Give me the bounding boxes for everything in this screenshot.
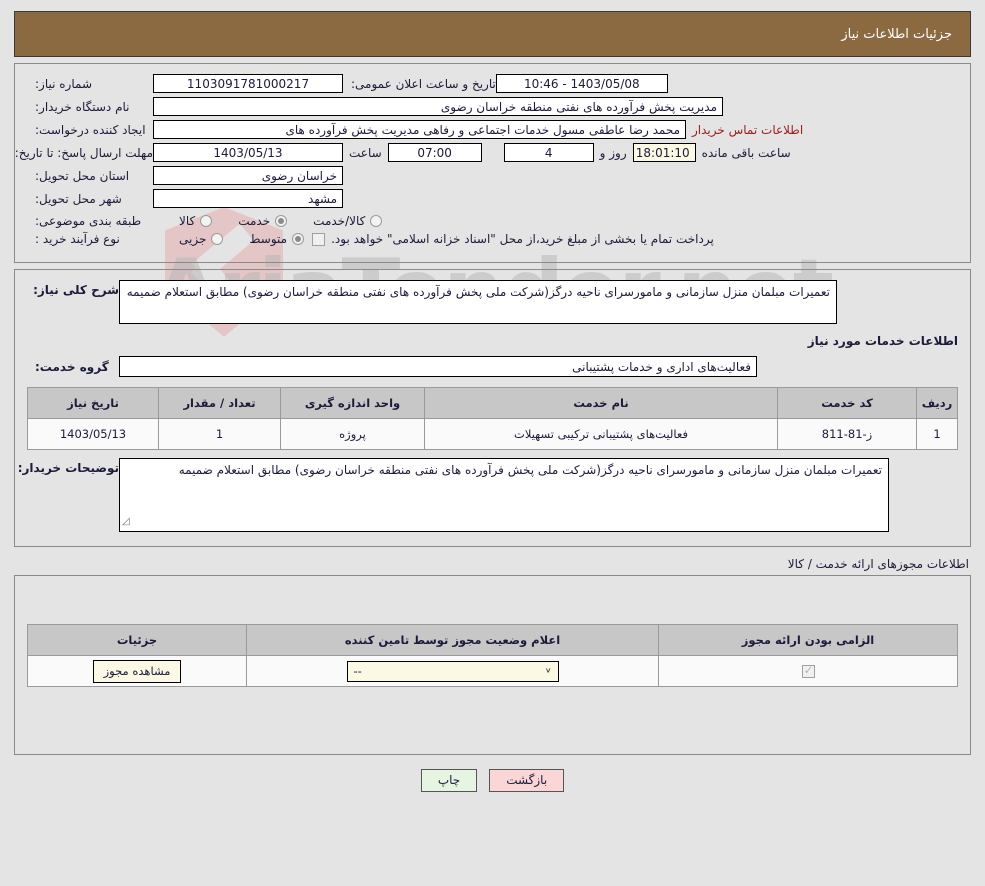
page-header: جزئیات اطلاعات نیاز	[14, 11, 971, 57]
creator-label: ایجاد کننده درخواست:	[35, 122, 146, 137]
permits-panel: الزامی بودن ارائه مجوز اعلام وضعیت مجوز …	[14, 575, 971, 755]
cell-quantity: 1	[158, 418, 281, 450]
buyer-notes-textarea[interactable]: تعمیرات مبلمان منزل سازمانی و مامورسرای …	[119, 458, 889, 532]
col-permit-status: اعلام وضعیت مجوز توسط تامین کننده	[246, 624, 659, 656]
creator-field[interactable]: محمد رضا عاطفی مسول خدمات اجتماعی و رفاه…	[153, 120, 686, 139]
row-province: خراسان رضوی استان محل تحویل:	[27, 166, 958, 185]
process-label: نوع فرآیند خرید :	[35, 232, 120, 246]
permit-status-value: --	[353, 663, 362, 678]
permit-status-select[interactable]: ∨ --	[346, 660, 559, 682]
process-label-1: متوسط	[249, 232, 288, 246]
province-label: استان محل تحویل:	[35, 168, 130, 183]
row-deadline: ساعت باقی مانده 18:01:10 روز و 4 07:00 س…	[14, 143, 958, 162]
buyer-contact-link[interactable]: اطلاعات تماس خریدار	[686, 123, 809, 137]
category-radio-0[interactable]	[200, 215, 213, 227]
cell-permit-status: ∨ --	[246, 655, 659, 687]
col-quantity: تعداد / مقدار	[158, 387, 281, 419]
services-table-header-row: ردیف کد خدمت نام خدمت واحد اندازه گیری ت…	[27, 387, 958, 419]
row-process: پرداخت تمام یا بخشی از مبلغ خرید،از محل …	[27, 232, 958, 246]
row-buyer-notes: تعمیرات مبلمان منزل سازمانی و مامورسرای …	[17, 458, 958, 532]
buyer-org-label: نام دستگاه خریدار:	[35, 99, 130, 114]
remaining-time-field: 18:01:10	[632, 143, 696, 162]
resize-grip-icon[interactable]: ◺	[122, 513, 130, 530]
table-row: ∨ -- مشاهده مجوز	[27, 655, 958, 687]
permits-section-title: اطلاعات مجوزهای ارائه خدمت / کالا	[787, 557, 969, 571]
chevron-down-icon: ∨	[544, 666, 552, 675]
services-section-title: اطلاعات خدمات مورد نیاز	[807, 334, 958, 348]
row-creator: اطلاعات تماس خریدار محمد رضا عاطفی مسول …	[27, 120, 958, 139]
deadline-date-field[interactable]: 1403/05/13	[153, 143, 343, 162]
category-label: طبقه بندی موضوعی:	[35, 214, 142, 228]
process-option-medium[interactable]: متوسط	[249, 232, 305, 246]
process-label-0: جزیی	[179, 232, 207, 246]
buyer-notes-text: تعمیرات مبلمان منزل سازمانی و مامورسرای …	[178, 463, 882, 477]
col-index: ردیف	[916, 387, 958, 419]
services-table: ردیف کد خدمت نام خدمت واحد اندازه گیری ت…	[27, 387, 958, 450]
need-number-field[interactable]: 1103091781000217	[153, 74, 343, 93]
buyer-org-field[interactable]: مدیریت پخش فرآورده های نفتی منطقه خراسان…	[153, 97, 723, 116]
category-label-1: خدمت	[238, 214, 271, 228]
deadline-hour-label: ساعت	[349, 145, 382, 160]
need-number-label: شماره نیاز:	[35, 76, 92, 91]
need-info-panel: 1403/05/08 - 10:46 تاریخ و ساعت اعلان عم…	[14, 63, 971, 263]
announce-datetime-label: تاریخ و ساعت اعلان عمومی:	[351, 76, 496, 91]
city-label: شهر محل تحویل:	[35, 191, 122, 206]
process-option-minor[interactable]: جزیی	[179, 232, 224, 246]
process-radio-1[interactable]	[292, 233, 305, 245]
city-field[interactable]: مشهد	[153, 189, 343, 208]
treasury-checkbox[interactable]	[312, 232, 326, 246]
page-title: جزئیات اطلاعات نیاز	[841, 26, 952, 42]
category-radio-2[interactable]	[370, 215, 383, 227]
col-permit-required: الزامی بودن ارائه مجوز	[658, 624, 958, 656]
row-need-number: 1403/05/08 - 10:46 تاریخ و ساعت اعلان عم…	[27, 74, 958, 93]
permit-required-checkbox	[801, 663, 815, 678]
print-button[interactable]: چاپ	[420, 769, 478, 792]
deadline-label: مهلت ارسال پاسخ: تا تاریخ:	[14, 145, 153, 160]
category-radio-1[interactable]	[275, 215, 288, 227]
permits-table-header-row: الزامی بودن ارائه مجوز اعلام وضعیت مجوز …	[27, 624, 958, 656]
col-code: کد خدمت	[777, 387, 917, 419]
remaining-suffix-label: ساعت باقی مانده	[701, 145, 791, 160]
row-city: مشهد شهر محل تحویل:	[27, 189, 958, 208]
row-buyer-org: مدیریت پخش فرآورده های نفتی منطقه خراسان…	[27, 97, 958, 116]
services-panel: تعمیرات مبلمان منزل سازمانی و مامورسرای …	[14, 269, 971, 547]
cell-name: فعالیت‌های پشتیبانی ترکیبی تسهیلات	[424, 418, 778, 450]
province-field[interactable]: خراسان رضوی	[153, 166, 343, 185]
cell-permit-required	[658, 655, 958, 687]
cell-code: ز-81-811	[777, 418, 917, 450]
remaining-days-field: 4	[503, 143, 594, 162]
cell-unit: پروژه	[280, 418, 425, 450]
category-option-service[interactable]: خدمت	[238, 214, 288, 228]
deadline-hour-field[interactable]: 07:00	[387, 143, 482, 162]
service-group-field[interactable]: فعالیت‌های اداری و خدمات پشتیبانی	[119, 356, 757, 377]
category-label-0: کالا	[179, 214, 196, 228]
row-service-group: فعالیت‌های اداری و خدمات پشتیبانی گروه خ…	[27, 356, 958, 377]
col-date: تاریخ نیاز	[27, 387, 159, 419]
service-group-label: گروه خدمت:	[35, 359, 109, 374]
col-unit: واحد اندازه گیری	[280, 387, 425, 419]
table-row: 1 ز-81-811 فعالیت‌های پشتیبانی ترکیبی تس…	[27, 418, 958, 450]
cell-permit-details: مشاهده مجوز	[27, 655, 247, 687]
view-permit-button[interactable]: مشاهده مجوز	[92, 659, 182, 683]
col-permit-details: جزئیات	[27, 624, 247, 656]
treasury-note: پرداخت تمام یا بخشی از مبلغ خرید،از محل …	[331, 232, 714, 246]
process-radio-0[interactable]	[211, 233, 224, 245]
back-button[interactable]: بازگشت	[489, 769, 565, 792]
description-textarea[interactable]: تعمیرات مبلمان منزل سازمانی و مامورسرای …	[119, 280, 837, 324]
page-root: AriaTender.net جزئیات اطلاعات نیاز 1403/…	[0, 11, 985, 886]
description-label: شرح کلی نیاز:	[33, 283, 119, 297]
footer-actions: بازگشت چاپ	[0, 769, 985, 792]
col-name: نام خدمت	[424, 387, 778, 419]
category-option-goods-service[interactable]: کالا/خدمت	[313, 214, 383, 228]
announce-datetime-field[interactable]: 1403/05/08 - 10:46	[495, 74, 668, 93]
category-option-goods[interactable]: کالا	[179, 214, 213, 228]
buyer-notes-label: توضیحات خریدار:	[17, 461, 119, 475]
row-category: کالا/خدمت خدمت کالا طبقه بندی موضوعی:	[27, 214, 958, 228]
cell-date: 1403/05/13	[27, 418, 159, 450]
remaining-days-label: روز و	[599, 145, 627, 160]
row-description: تعمیرات مبلمان منزل سازمانی و مامورسرای …	[27, 280, 958, 324]
category-label-2: کالا/خدمت	[313, 214, 366, 228]
permits-table: الزامی بودن ارائه مجوز اعلام وضعیت مجوز …	[27, 624, 958, 687]
cell-index: 1	[916, 418, 958, 450]
